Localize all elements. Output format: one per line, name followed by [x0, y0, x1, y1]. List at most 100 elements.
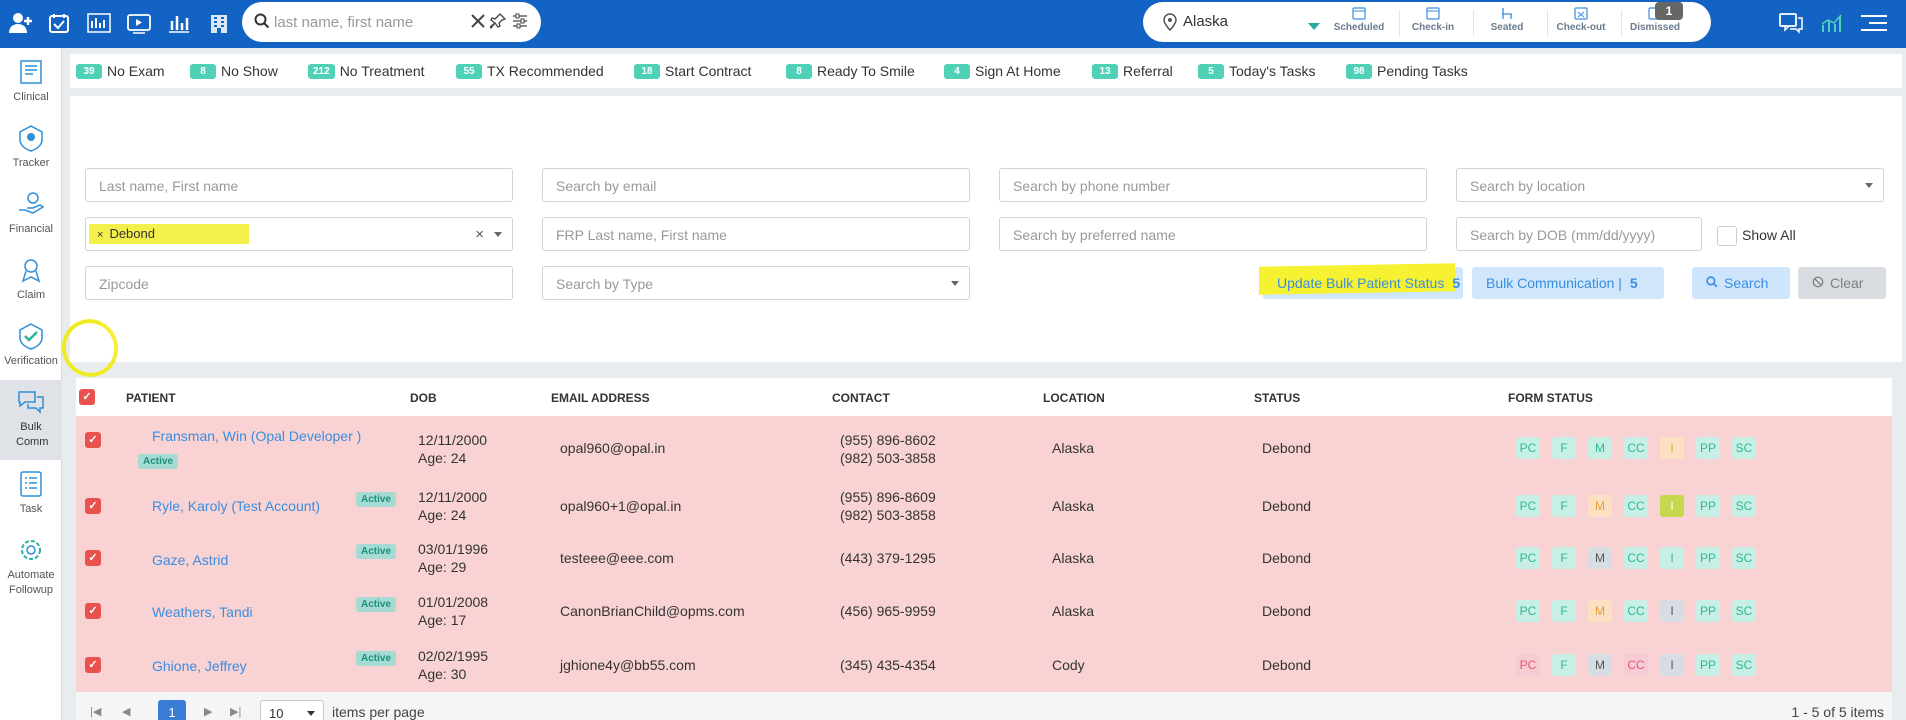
- search-button[interactable]: Search: [1692, 267, 1790, 299]
- page-number-button[interactable]: 1: [158, 700, 186, 720]
- form-sc[interactable]: SC: [1732, 495, 1756, 517]
- status-check-in[interactable]: Check-in: [1401, 6, 1465, 33]
- form-cc[interactable]: CC: [1624, 547, 1648, 569]
- form-i[interactable]: I: [1660, 600, 1684, 622]
- form-sc[interactable]: SC: [1732, 600, 1756, 622]
- form-m[interactable]: M: [1588, 495, 1612, 517]
- video-icon[interactable]: [126, 10, 152, 36]
- header-location[interactable]: LOCATION: [1043, 391, 1105, 405]
- patient-search-box[interactable]: [242, 2, 541, 42]
- header-email[interactable]: EMAIL ADDRESS: [551, 391, 650, 405]
- form-cc[interactable]: CC: [1624, 495, 1648, 517]
- next-page-icon[interactable]: ▶: [204, 705, 212, 718]
- sidebar-item-clinical[interactable]: Clinical: [0, 50, 62, 114]
- table-row[interactable]: ✓ Ryle, Karoly (Test Account) Active 12/…: [76, 480, 1892, 532]
- form-pc[interactable]: PC: [1516, 437, 1540, 459]
- form-pp[interactable]: PP: [1696, 600, 1720, 622]
- form-sc[interactable]: SC: [1732, 547, 1756, 569]
- form-f[interactable]: F: [1552, 547, 1576, 569]
- patient-name-link[interactable]: Weathers, Tandi: [152, 604, 253, 620]
- table-row[interactable]: ✓ Ghione, Jeffrey Active 02/02/1995 Age:…: [76, 638, 1892, 692]
- row-checkbox[interactable]: ✓: [85, 550, 101, 566]
- dob-search-input[interactable]: Search by DOB (mm/dd/yyyy): [1456, 217, 1702, 251]
- menu-icon[interactable]: [1858, 10, 1890, 36]
- sidebar-item-verification[interactable]: Verification: [0, 314, 62, 378]
- form-pc[interactable]: PC: [1516, 495, 1540, 517]
- bulk-communication-button[interactable]: Bulk Communication | 5: [1472, 267, 1664, 299]
- remove-tag-icon[interactable]: ×: [97, 229, 103, 241]
- last-page-icon[interactable]: ▶|: [230, 705, 241, 718]
- header-dob[interactable]: DOB: [410, 391, 437, 405]
- sidebar-item-bulk-comm[interactable]: Bulk Comm: [0, 380, 62, 460]
- status-seated[interactable]: Seated: [1475, 6, 1539, 33]
- row-checkbox[interactable]: ✓: [85, 498, 101, 514]
- close-icon[interactable]: [470, 13, 486, 34]
- sidebar-item-automate-followup[interactable]: Automate Followup: [0, 528, 62, 608]
- form-sc[interactable]: SC: [1732, 437, 1756, 459]
- frp-search-input[interactable]: FRP Last name, First name: [542, 217, 970, 251]
- form-m[interactable]: M: [1588, 600, 1612, 622]
- form-pp[interactable]: PP: [1696, 654, 1720, 676]
- form-i[interactable]: I: [1660, 437, 1684, 459]
- form-pp[interactable]: PP: [1696, 547, 1720, 569]
- form-f[interactable]: F: [1552, 600, 1576, 622]
- form-cc[interactable]: CC: [1624, 437, 1648, 459]
- table-row[interactable]: ✓ Fransman, Win (Opal Developer ) Active…: [76, 416, 1892, 480]
- preferred-name-input[interactable]: Search by preferred name: [999, 217, 1427, 251]
- select-all-checkbox[interactable]: ✓: [79, 389, 95, 405]
- form-m[interactable]: M: [1588, 654, 1612, 676]
- form-cc[interactable]: CC: [1624, 654, 1648, 676]
- add-patient-icon[interactable]: [8, 10, 34, 36]
- bar-chart-icon[interactable]: [166, 10, 192, 36]
- chip-todays-tasks[interactable]: 5 Today's Tasks: [1198, 63, 1315, 79]
- chip-ready-to-smile[interactable]: 8 Ready To Smile: [786, 63, 915, 79]
- form-i[interactable]: I: [1660, 547, 1684, 569]
- row-checkbox[interactable]: ✓: [85, 603, 101, 619]
- filter-sliders-icon[interactable]: [512, 13, 528, 34]
- name-search-input[interactable]: Last name, First name: [85, 168, 513, 202]
- chip-start-contract[interactable]: 18 Start Contract: [634, 63, 751, 79]
- form-f[interactable]: F: [1552, 495, 1576, 517]
- header-status[interactable]: STATUS: [1254, 391, 1300, 405]
- patient-name-link[interactable]: Ryle, Karoly (Test Account): [152, 498, 320, 514]
- chip-no-treatment[interactable]: 212 No Treatment: [308, 63, 425, 79]
- phone-search-input[interactable]: Search by phone number: [999, 168, 1427, 202]
- page-size-select[interactable]: 10: [260, 700, 324, 720]
- chip-referral[interactable]: 13 Referral: [1092, 63, 1173, 79]
- update-bulk-status-button[interactable]: Update Bulk Patient Status 5: [1259, 263, 1463, 299]
- building-icon[interactable]: [206, 10, 232, 36]
- sidebar-item-financial[interactable]: Financial: [0, 182, 62, 246]
- location-search-select[interactable]: Search by location: [1456, 168, 1884, 202]
- form-f[interactable]: F: [1552, 437, 1576, 459]
- chip-tx-recommended[interactable]: 55 TX Recommended: [456, 63, 604, 79]
- form-f[interactable]: F: [1552, 654, 1576, 676]
- clear-icon[interactable]: ×: [475, 226, 484, 243]
- calendar-check-icon[interactable]: [46, 10, 72, 36]
- first-page-icon[interactable]: |◀: [90, 705, 101, 718]
- report-icon[interactable]: [86, 10, 112, 36]
- chip-no-show[interactable]: 8 No Show: [190, 63, 278, 79]
- row-checkbox[interactable]: ✓: [85, 657, 101, 673]
- header-contact[interactable]: CONTACT: [832, 391, 890, 405]
- form-sc[interactable]: SC: [1732, 654, 1756, 676]
- row-checkbox[interactable]: ✓: [85, 432, 101, 448]
- status-multiselect[interactable]: × Debond ×: [85, 217, 513, 251]
- form-m[interactable]: M: [1588, 547, 1612, 569]
- status-scheduled[interactable]: Scheduled: [1327, 6, 1391, 33]
- patient-search-input[interactable]: [274, 10, 464, 34]
- patient-name-link[interactable]: Ghione, Jeffrey: [152, 658, 247, 674]
- status-check-out[interactable]: Check-out: [1549, 6, 1613, 33]
- form-m[interactable]: M: [1588, 437, 1612, 459]
- chip-pending-tasks[interactable]: 98 Pending Tasks: [1346, 63, 1468, 79]
- pin-icon[interactable]: [489, 13, 507, 34]
- prev-page-icon[interactable]: ◀: [122, 705, 130, 718]
- table-row[interactable]: ✓ Gaze, Astrid Active 03/01/1996 Age: 29…: [76, 532, 1892, 584]
- form-pc[interactable]: PC: [1516, 600, 1540, 622]
- form-cc[interactable]: CC: [1624, 600, 1648, 622]
- form-i[interactable]: I: [1660, 495, 1684, 517]
- chevron-down-icon[interactable]: [1308, 18, 1320, 36]
- clear-button[interactable]: Clear: [1798, 267, 1886, 299]
- chat-icon[interactable]: [1778, 10, 1804, 36]
- sidebar-item-task[interactable]: Task: [0, 462, 62, 526]
- zipcode-input[interactable]: Zipcode: [85, 266, 513, 300]
